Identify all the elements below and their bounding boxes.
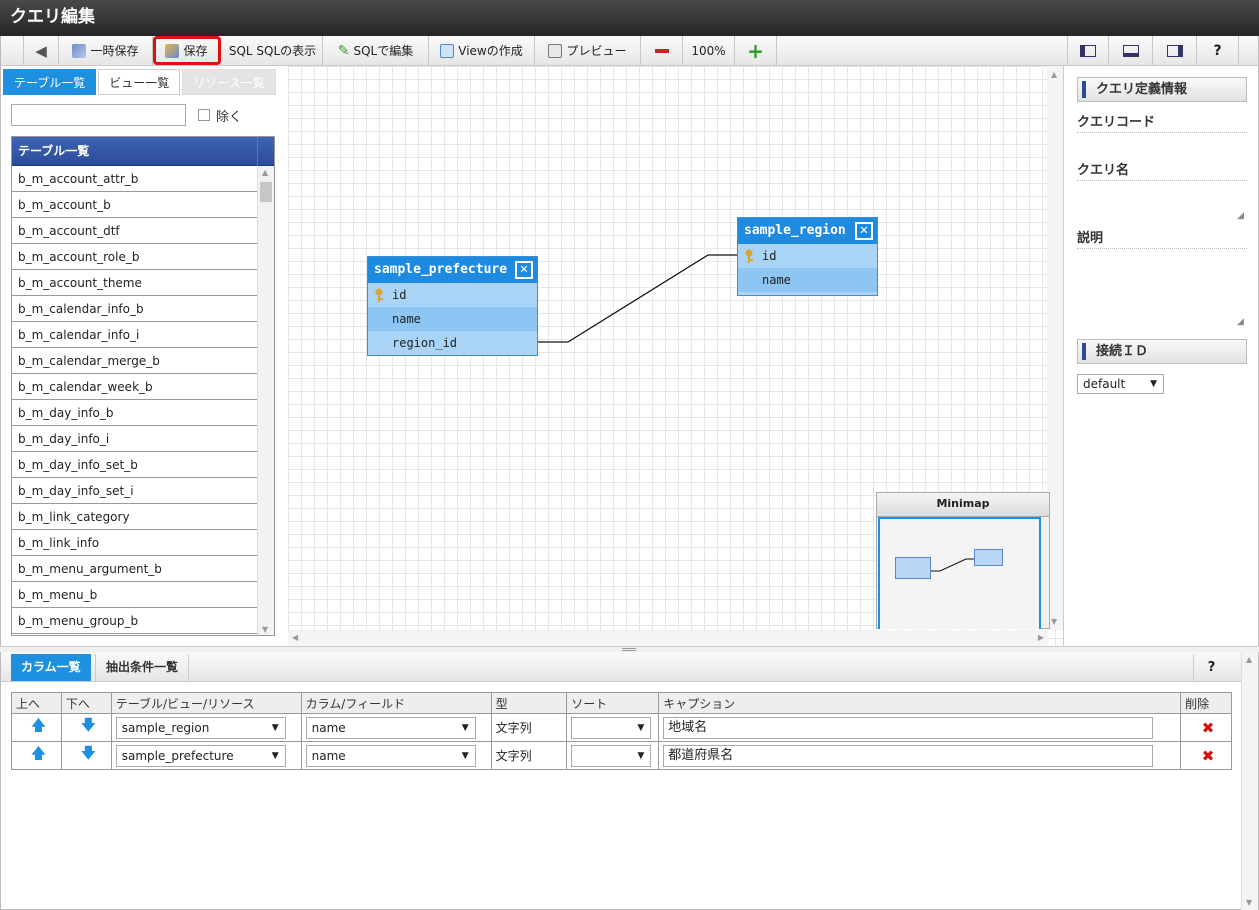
move-down-button[interactable]: 🡇 [60, 713, 112, 742]
query-name-label: クエリ名 [1077, 159, 1247, 181]
connection-id-header: 接続ＩＤ [1077, 339, 1247, 364]
query-name-field[interactable] [1077, 181, 1247, 221]
arrow-down-icon: 🡇 [80, 744, 96, 762]
key-icon [375, 288, 383, 302]
key-icon [745, 249, 753, 263]
entity-sample-prefecture[interactable]: sample_prefecture ✕ id name region_id [367, 256, 538, 356]
resize-handle-icon[interactable]: ◢ [1237, 211, 1244, 221]
entity-column[interactable]: region_id [368, 331, 537, 355]
delete-button[interactable]: ✖ [1180, 741, 1232, 770]
column-select[interactable]: name ▼ [305, 744, 476, 767]
query-code-field[interactable] [1077, 132, 1247, 154]
minimap-relation-line [931, 558, 974, 572]
entity-title: sample_region [744, 223, 846, 238]
query-code-label: クエリコード [1077, 111, 1247, 133]
arrow-up-icon: 🡅 [30, 716, 47, 734]
dropdown-icon: ▼ [461, 750, 469, 761]
entity-column[interactable]: name [368, 307, 537, 331]
resize-handle-icon[interactable]: ◢ [1237, 317, 1244, 327]
close-icon[interactable]: ✕ [515, 261, 533, 279]
dropdown-icon: ▼ [637, 722, 645, 733]
header-down: 下へ [60, 692, 112, 714]
delete-icon: ✖ [1201, 746, 1215, 765]
delete-icon: ✖ [1201, 718, 1215, 737]
dropdown-icon: ▼ [271, 750, 279, 761]
type-cell: 文字列 [490, 741, 568, 770]
minimap[interactable]: Minimap [876, 492, 1050, 629]
table-row: 🡅 🡇 sample_region ▼ name ▼ 文字列 ▼ 地域名 ✖ [11, 713, 1232, 742]
table-select[interactable]: sample_region ▼ [115, 716, 286, 739]
entity-title: sample_prefecture [374, 262, 508, 277]
move-up-button[interactable]: 🡅 [11, 713, 62, 742]
right-panel: クエリ定義情報 クエリコード クエリ名 ◢ 説明 ◢ 接続ＩＤ default ▼ [1067, 66, 1259, 646]
column-grid: 上へ 下へ テーブル/ビュー/リソース カラム/フィールド 型 ソート キャプシ… [11, 692, 1232, 770]
description-label: 説明 [1077, 227, 1247, 249]
delete-button[interactable]: ✖ [1180, 713, 1232, 742]
arrow-up-icon: 🡅 [30, 744, 47, 762]
dropdown-icon: ▼ [637, 750, 645, 761]
entity-column[interactable]: name [738, 268, 877, 292]
dropdown-icon: ▼ [461, 722, 469, 733]
dropdown-icon: ▼ [271, 722, 279, 733]
bottom-scrollbar[interactable]: ▲ ▼ [1241, 652, 1258, 910]
arrow-down-icon: 🡇 [80, 716, 96, 734]
header-up: 上へ [11, 692, 62, 714]
header-column: カラム/フィールド [300, 692, 492, 714]
entity-column[interactable]: id [738, 244, 877, 268]
dropdown-icon: ▼ [1150, 379, 1157, 389]
bottom-panel: カラム一覧 抽出条件一覧 ? 上へ 下へ テーブル/ビュー/リソース カラム/フ… [0, 652, 1259, 910]
query-info-header: クエリ定義情報 [1077, 77, 1247, 102]
connection-id-select[interactable]: default ▼ [1077, 374, 1164, 394]
sort-select[interactable]: ▼ [571, 716, 652, 739]
relation-line [537, 254, 738, 343]
description-field[interactable] [1077, 249, 1247, 329]
entity-column[interactable]: id [368, 283, 537, 307]
table-select[interactable]: sample_prefecture ▼ [115, 744, 286, 767]
minimap-viewport[interactable] [878, 517, 1041, 629]
entity-sample-region[interactable]: sample_region ✕ id name [737, 217, 878, 296]
header-table: テーブル/ビュー/リソース [110, 692, 302, 714]
tab-conditions[interactable]: 抽出条件一覧 [95, 654, 190, 681]
move-down-button[interactable]: 🡇 [60, 741, 112, 770]
table-row: 🡅 🡇 sample_prefecture ▼ name ▼ 文字列 ▼ 都道府県名 ✖ [11, 741, 1232, 770]
type-cell: 文字列 [490, 713, 568, 742]
sort-select[interactable]: ▼ [571, 744, 652, 767]
header-sort: ソート [566, 692, 660, 714]
header-delete: 削除 [1180, 692, 1232, 714]
header-type: 型 [490, 692, 568, 714]
tab-columns[interactable]: カラム一覧 [11, 654, 91, 681]
caption-input[interactable]: 都道府県名 [663, 744, 1154, 767]
caption-input[interactable]: 地域名 [663, 716, 1154, 739]
minimap-title: Minimap [877, 493, 1049, 517]
move-up-button[interactable]: 🡅 [11, 741, 62, 770]
bottom-help-button[interactable]: ? [1193, 654, 1229, 681]
header-caption: キャプション [658, 692, 1182, 714]
close-icon[interactable]: ✕ [855, 222, 873, 240]
column-select[interactable]: name ▼ [305, 716, 476, 739]
